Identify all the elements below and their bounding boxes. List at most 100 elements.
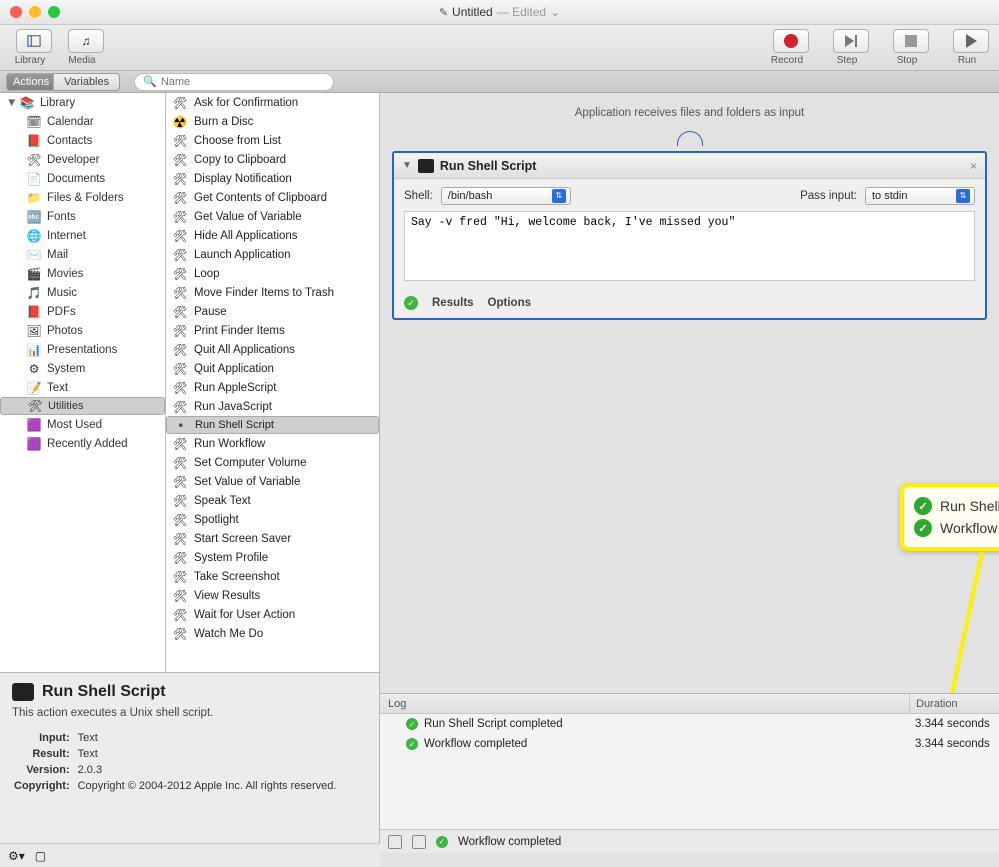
search-input[interactable]	[161, 76, 301, 88]
info-input-value: Text	[78, 731, 337, 745]
log-header[interactable]: Log	[380, 694, 909, 713]
action-item[interactable]: 🛠Watch Me Do	[166, 624, 379, 643]
action-item[interactable]: 🛠View Results	[166, 586, 379, 605]
library-item[interactable]: 🛠Utilities	[0, 397, 165, 415]
action-header[interactable]: ▼ Run Shell Script ×	[394, 153, 985, 179]
action-item[interactable]: 🛠Start Screen Saver	[166, 529, 379, 548]
disclosure-triangle-icon[interactable]: ▼	[6, 97, 14, 109]
action-item[interactable]: 🛠Pause	[166, 302, 379, 321]
action-item-label: Get Contents of Clipboard	[194, 192, 327, 204]
remove-action-button[interactable]: ×	[970, 159, 977, 173]
action-item[interactable]: 🛠Take Screenshot	[166, 567, 379, 586]
callout-line2: Workflow completed	[940, 520, 999, 536]
library-item[interactable]: 🎵Music	[0, 283, 165, 302]
tab-variables[interactable]: Variables	[54, 73, 120, 91]
run-shell-script-action[interactable]: ▼ Run Shell Script × Shell: /bin/bash ⇅ …	[392, 151, 987, 320]
action-item[interactable]: 🛠Set Value of Variable	[166, 472, 379, 491]
stop-button[interactable]	[893, 29, 929, 53]
pass-input-value: to stdin	[872, 190, 956, 202]
library-item[interactable]: 🎬Movies	[0, 264, 165, 283]
library-toggle-button[interactable]	[16, 29, 52, 53]
action-item[interactable]: 🛠Print Finder Items	[166, 321, 379, 340]
action-item[interactable]: 🛠Display Notification	[166, 169, 379, 188]
record-button[interactable]	[773, 29, 809, 53]
duration-header[interactable]: Duration	[909, 694, 999, 713]
library-item[interactable]: ⚙System	[0, 359, 165, 378]
action-item[interactable]: 🛠Hide All Applications	[166, 226, 379, 245]
library-item[interactable]: 🌐Internet	[0, 226, 165, 245]
action-item-label: Take Screenshot	[194, 571, 280, 583]
action-item[interactable]: 🛠Get Contents of Clipboard	[166, 188, 379, 207]
action-item[interactable]: 🛠Run Workflow	[166, 434, 379, 453]
log-row[interactable]: ✓Workflow completed3.344 seconds	[380, 734, 999, 754]
shell-select[interactable]: /bin/bash ⇅	[441, 187, 571, 205]
action-item-label: Get Value of Variable	[194, 211, 302, 223]
tab-actions[interactable]: Actions	[6, 73, 54, 91]
library-item-label: System	[47, 363, 85, 375]
library-item[interactable]: 🛠Developer	[0, 150, 165, 169]
library-item[interactable]: 📕Contacts	[0, 131, 165, 150]
category-icon: 🛠	[27, 398, 43, 414]
tray-icon[interactable]: ▢	[35, 849, 46, 863]
action-item[interactable]: 🛠Loop	[166, 264, 379, 283]
log-row[interactable]: ✓Run Shell Script completed3.344 seconds	[380, 714, 999, 734]
library-item[interactable]: 📄Documents	[0, 169, 165, 188]
title-chevron-icon[interactable]: ⌄	[550, 5, 560, 19]
library-item[interactable]: 🗓Calendar	[0, 112, 165, 131]
run-button[interactable]	[953, 29, 989, 53]
results-tab[interactable]: Results	[432, 297, 474, 309]
media-button[interactable]: ♫	[68, 29, 104, 53]
action-item-label: Speak Text	[194, 495, 251, 507]
library-item[interactable]: ✉️Mail	[0, 245, 165, 264]
step-arrow-icon	[845, 35, 854, 47]
library-item[interactable]: 🟪Most Used	[0, 415, 165, 434]
action-item[interactable]: 🛠Launch Application	[166, 245, 379, 264]
script-textarea[interactable]	[404, 211, 975, 281]
options-tab[interactable]: Options	[488, 297, 531, 309]
log-message: Run Shell Script completed	[424, 718, 563, 730]
library-item[interactable]: 🖼Photos	[0, 321, 165, 340]
action-item[interactable]: 🛠Set Computer Volume	[166, 453, 379, 472]
library-item[interactable]: 📝Text	[0, 378, 165, 397]
library-item[interactable]: 🔤Fonts	[0, 207, 165, 226]
library-root[interactable]: ▼ 📚 Library	[0, 93, 165, 112]
action-item[interactable]: 🛠Quit Application	[166, 359, 379, 378]
record-icon	[784, 34, 798, 48]
view-mode1-icon[interactable]	[388, 835, 402, 849]
window-title: ✎ Untitled — Edited ⌄	[0, 5, 999, 19]
action-item-label: Spotlight	[194, 514, 239, 526]
action-item[interactable]: 🛠Run JavaScript	[166, 397, 379, 416]
pass-input-select[interactable]: to stdin ⇅	[865, 187, 975, 205]
action-item[interactable]: 🛠Spotlight	[166, 510, 379, 529]
library-item[interactable]: 📁Files & Folders	[0, 188, 165, 207]
library-item[interactable]: 📕PDFs	[0, 302, 165, 321]
view-mode2-icon[interactable]	[412, 835, 426, 849]
search-box[interactable]: 🔍	[134, 73, 334, 91]
action-item[interactable]: ☢️Burn a Disc	[166, 112, 379, 131]
library-item[interactable]: 📊Presentations	[0, 340, 165, 359]
disclosure-triangle-icon[interactable]: ▼	[402, 160, 412, 171]
action-item[interactable]: 🛠Copy to Clipboard	[166, 150, 379, 169]
step-button[interactable]	[833, 29, 869, 53]
info-copyright-label: Copyright:	[14, 779, 76, 793]
action-item[interactable]: 🛠Quit All Applications	[166, 340, 379, 359]
action-item[interactable]: 🛠Move Finder Items to Trash	[166, 283, 379, 302]
action-item-label: Set Computer Volume	[194, 457, 307, 469]
action-item[interactable]: 🛠System Profile	[166, 548, 379, 567]
library-item-label: Internet	[47, 230, 86, 242]
workflow-canvas: Application receives files and folders a…	[380, 93, 999, 867]
library-item[interactable]: 🟪Recently Added	[0, 434, 165, 453]
gear-icon[interactable]: ⚙▾	[8, 849, 25, 863]
action-item[interactable]: 🛠Ask for Confirmation	[166, 93, 379, 112]
action-item[interactable]: 🛠Run AppleScript	[166, 378, 379, 397]
log-duration: 3.344 seconds	[909, 718, 999, 730]
action-item[interactable]: 🛠Get Value of Variable	[166, 207, 379, 226]
toolbar: Library ♫ Media Record Step Stop Run	[0, 25, 999, 71]
action-item[interactable]: 🛠Choose from List	[166, 131, 379, 150]
action-item[interactable]: 🛠Wait for User Action	[166, 605, 379, 624]
action-item[interactable]: ▪️Run Shell Script	[166, 416, 379, 434]
action-item[interactable]: 🛠Speak Text	[166, 491, 379, 510]
check-icon: ✓	[914, 519, 932, 537]
info-input-label: Input:	[14, 731, 76, 745]
terminal-icon	[418, 159, 434, 173]
